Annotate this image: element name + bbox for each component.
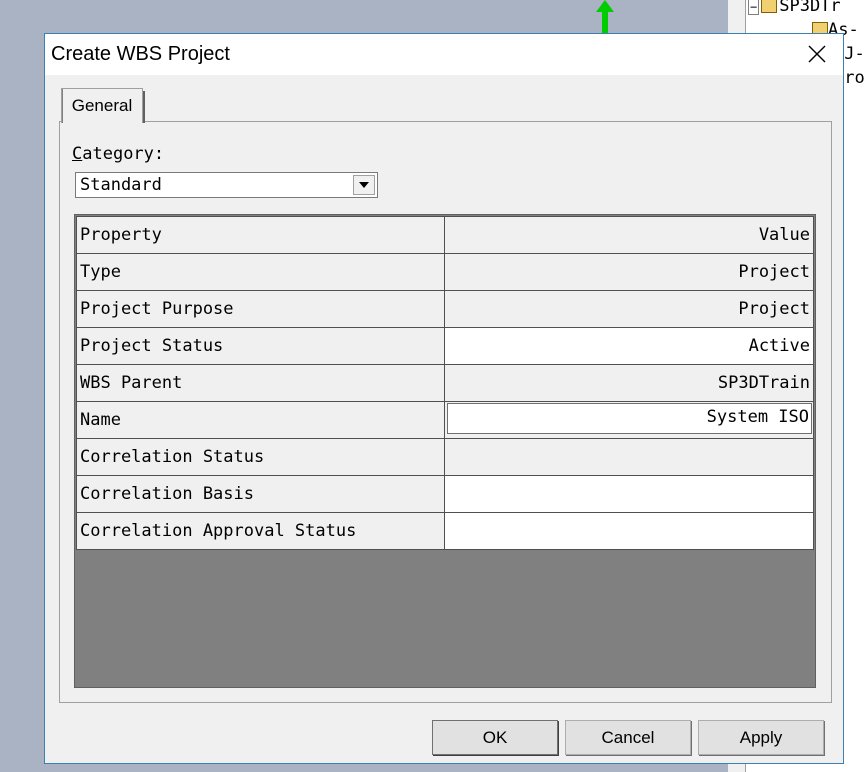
grid-header-row: Property Value xyxy=(76,216,814,254)
name-value-cell[interactable]: System ISO xyxy=(444,401,814,439)
tab-general[interactable]: General xyxy=(61,88,145,123)
cancel-button-label: Cancel xyxy=(601,727,655,747)
property-value-cell: Project xyxy=(444,253,814,291)
grid-row: Name System ISO xyxy=(76,401,814,439)
ok-button[interactable]: OK xyxy=(432,720,558,755)
property-grid-area: Property Value Type Project Project Purp… xyxy=(74,214,816,688)
general-tab-panel: Category: Standard Property Value Type P… xyxy=(59,121,832,703)
cancel-button[interactable]: Cancel xyxy=(565,720,691,755)
apply-button[interactable]: Apply xyxy=(698,720,824,755)
category-label: Category: xyxy=(72,144,164,164)
property-grid: Property Value Type Project Project Purp… xyxy=(76,216,814,550)
title-bar[interactable]: Create WBS Project xyxy=(45,34,843,75)
close-icon xyxy=(808,45,826,63)
grid-row: Correlation Status xyxy=(76,438,814,476)
property-name-cell: Correlation Approval Status xyxy=(76,512,445,550)
property-name-cell: Project Purpose xyxy=(76,290,445,328)
tree-item[interactable]: − SP3DTr xyxy=(748,0,841,16)
ok-button-label: OK xyxy=(482,727,508,747)
folder-icon xyxy=(761,0,778,13)
grid-row: Project Status Active xyxy=(76,327,814,365)
grid-row: Correlation Approval Status xyxy=(76,512,814,550)
property-value-cell: Project xyxy=(444,290,814,328)
property-name-cell: Project Status xyxy=(76,327,445,365)
grid-row: Project Purpose Project xyxy=(76,290,814,328)
create-wbs-project-dialog: Create WBS Project General Category: Sta… xyxy=(44,33,844,764)
property-name-cell: Correlation Status xyxy=(76,438,445,476)
green-arrow-icon xyxy=(596,0,614,34)
dropdown-arrow-icon xyxy=(359,182,369,188)
grid-row: Correlation Basis xyxy=(76,475,814,513)
property-name-cell: WBS Parent xyxy=(76,364,445,402)
property-value-cell: SP3DTrain xyxy=(444,364,814,402)
property-name-cell: Name xyxy=(76,401,445,439)
apply-button-label: Apply xyxy=(739,727,783,747)
property-name-cell: Correlation Basis xyxy=(76,475,445,513)
dialog-title: Create WBS Project xyxy=(51,43,230,65)
property-name-cell: Type xyxy=(76,253,445,291)
correlation-approval-status-value-cell[interactable] xyxy=(444,512,814,550)
category-label-mnemonic: C xyxy=(72,144,83,164)
project-status-value-cell[interactable]: Active xyxy=(444,327,814,365)
property-value-cell xyxy=(444,438,814,476)
tab-label: General xyxy=(71,96,133,115)
tree-item-label: SP3DTr xyxy=(779,0,841,16)
category-dropdown[interactable]: Standard xyxy=(75,172,378,198)
correlation-basis-value-cell[interactable] xyxy=(444,475,814,513)
grid-header-value: Value xyxy=(444,216,814,254)
name-input[interactable]: System ISO xyxy=(447,403,812,434)
collapse-icon[interactable]: − xyxy=(748,0,760,15)
grid-row: Type Project xyxy=(76,253,814,291)
category-label-rest: ategory: xyxy=(82,144,165,164)
grid-row: WBS Parent SP3DTrain xyxy=(76,364,814,402)
dropdown-arrow-button[interactable] xyxy=(353,175,375,195)
category-selected-value: Standard xyxy=(80,175,162,195)
close-button[interactable] xyxy=(799,37,835,71)
grid-header-property: Property xyxy=(76,216,445,254)
